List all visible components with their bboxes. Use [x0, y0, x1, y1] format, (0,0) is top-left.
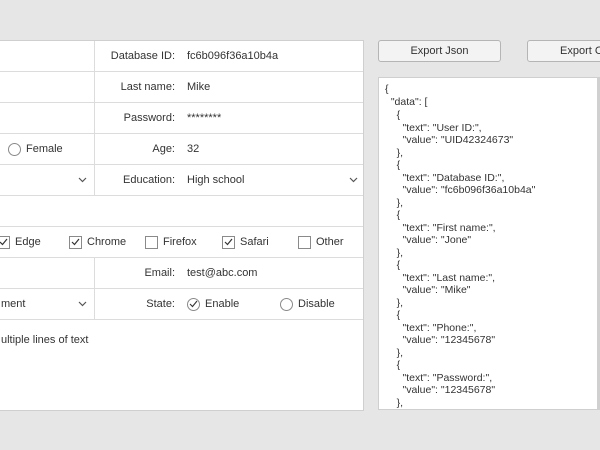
gender-female-label: Female [26, 143, 63, 155]
password-label: Password: [123, 112, 175, 124]
json-output-panel[interactable]: { "data": [ { "text": "User ID:", "value… [378, 77, 600, 410]
browser-chrome-label: Chrome [87, 236, 127, 248]
email-field[interactable]: test@abc.com [187, 258, 357, 288]
row-gender-age: Female Age: 32 [0, 134, 363, 165]
json-line: }, [385, 147, 404, 159]
state-disable-option[interactable]: Disable [280, 289, 335, 319]
age-label: Age: [152, 143, 175, 155]
json-line: }, [385, 247, 404, 259]
browser-safari-checkbox[interactable] [222, 235, 235, 249]
browser-other-checkbox[interactable] [298, 235, 311, 249]
browser-chrome-option[interactable]: Chrome [69, 227, 126, 257]
json-line: }, [385, 397, 404, 409]
browser-firefox-option[interactable]: Firefox [145, 227, 197, 257]
education-label: Education: [123, 174, 175, 186]
json-line: }, [385, 297, 404, 309]
export-other-button[interactable]: Export C [527, 40, 600, 62]
form-panel: Database ID: fc6b096f36a10b4a Last name:… [0, 40, 364, 411]
json-line: "text": "Last name:", [385, 272, 496, 284]
row-browsers: Edge Chrome Firefox Safari Other [0, 227, 363, 258]
json-line: { [385, 159, 401, 171]
last-name-field[interactable]: Mike [187, 72, 357, 102]
browser-edge-checkbox[interactable] [0, 235, 10, 249]
gender-female-option[interactable]: Female [8, 134, 63, 164]
json-line: "data": [ [385, 96, 428, 108]
database-id-label: Database ID: [110, 50, 175, 62]
row-password: Password: ******** [0, 103, 363, 134]
chevron-down-icon[interactable] [349, 165, 358, 195]
json-line: "value": "fc6b096f36a10b4a" [385, 184, 536, 196]
row-database-id: Database ID: fc6b096f36a10b4a [0, 41, 363, 72]
json-line: "text": "Database ID:", [385, 172, 505, 184]
row-education: Education: High school [0, 165, 363, 196]
row-last-name: Last name: Mike [0, 72, 363, 103]
browser-safari-option[interactable]: Safari [222, 227, 269, 257]
education-select[interactable]: High school [187, 165, 337, 195]
email-label: Email: [144, 267, 175, 279]
json-line: "value": "12345678" [385, 334, 496, 346]
browser-firefox-label: Firefox [163, 236, 197, 248]
password-field[interactable]: ******** [187, 103, 357, 133]
gender-female-radio[interactable] [8, 142, 21, 156]
json-line: { [385, 83, 389, 95]
json-line: { [385, 309, 401, 321]
json-line: }, [385, 197, 404, 209]
state-disable-label: Disable [298, 298, 335, 310]
json-line: { [385, 359, 401, 371]
export-json-button[interactable]: Export Json [378, 40, 501, 62]
state-enable-radio[interactable] [187, 297, 200, 311]
browser-other-option[interactable]: Other [298, 227, 344, 257]
state-enable-option[interactable]: Enable [187, 289, 239, 319]
json-line: "text": "User ID:", [385, 122, 482, 134]
row-empty [0, 196, 363, 227]
state-label: State: [146, 298, 175, 310]
browser-safari-label: Safari [240, 236, 269, 248]
json-line: { [385, 209, 401, 221]
chevron-down-icon[interactable] [78, 289, 87, 319]
json-line: "value": "UID42324673" [385, 134, 514, 146]
last-name-label: Last name: [120, 81, 175, 93]
browser-edge-option[interactable]: Edge [0, 227, 41, 257]
json-line: "text": "Password:", [385, 372, 493, 384]
browser-edge-label: Edge [15, 236, 41, 248]
database-id-field[interactable]: fc6b096f36a10b4a [187, 41, 357, 71]
json-line: "value": "Mike" [385, 284, 471, 296]
row-email: Email: test@abc.com [0, 258, 363, 289]
json-line: }, [385, 347, 404, 359]
row-state: ment State: Enable Disable [0, 289, 363, 320]
json-line: "value": "12345678" [385, 384, 496, 396]
json-line: "text": "Phone:", [385, 322, 477, 334]
notes-text: ultiple lines of text [1, 334, 89, 346]
browser-chrome-checkbox[interactable] [69, 235, 82, 249]
chevron-down-icon[interactable] [78, 165, 87, 195]
json-line: "text": "First name:", [385, 222, 496, 234]
json-line: { [385, 109, 401, 121]
browser-other-label: Other [316, 236, 344, 248]
department-select[interactable]: ment [1, 289, 71, 319]
state-disable-radio[interactable] [280, 297, 293, 311]
json-line: { [385, 259, 401, 271]
age-field[interactable]: 32 [187, 134, 357, 164]
json-line: "value": "Jone" [385, 234, 472, 246]
state-enable-label: Enable [205, 298, 240, 310]
browser-firefox-checkbox[interactable] [145, 235, 158, 249]
